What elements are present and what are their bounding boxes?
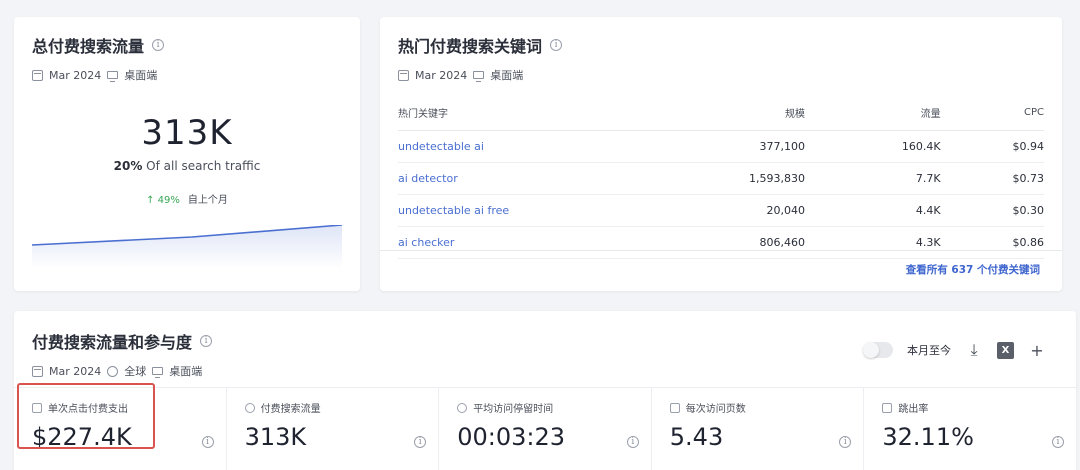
engagement-card: 付费搜索流量和参与度 i Mar 2024 全球 桌面端 本月至今 ⤓ X + … <box>14 311 1076 470</box>
keyword-link[interactable]: undetectable ai <box>398 140 484 153</box>
cpc-cell: $0.86 <box>940 226 1044 259</box>
keywords-table: 热门关键字 规模 流量 CPC undetectable ai 377,100 … <box>398 97 1044 259</box>
cpc-cell: $0.73 <box>940 162 1044 195</box>
desktop-icon <box>152 367 164 378</box>
traffic-cell: 4.3K <box>804 226 941 259</box>
info-icon[interactable]: i <box>1051 436 1064 448</box>
column-header[interactable]: 规模 <box>695 97 805 131</box>
device-label: 桌面端 <box>490 69 524 82</box>
cpc-cell: $0.30 <box>940 194 1044 227</box>
desktop-icon <box>107 71 119 82</box>
clock-icon <box>244 402 255 413</box>
card-title: 付费搜索流量和参与度 <box>32 333 193 352</box>
keyword-link[interactable]: ai checker <box>398 236 454 249</box>
date-label: Mar 2024 <box>415 68 468 82</box>
device-label: 桌面端 <box>169 365 203 378</box>
card-title: 热门付费搜索关键词 <box>398 37 543 56</box>
month-to-date-toggle[interactable] <box>863 342 893 358</box>
column-header[interactable]: 热门关键字 <box>398 97 696 131</box>
metric-bounce-rate[interactable]: 跳出率 32.11% i <box>864 387 1076 470</box>
column-header[interactable]: CPC <box>940 97 1044 131</box>
metric-label: 付费搜索流量 <box>260 404 321 415</box>
trend: ↑ 49% 自上个月 <box>32 191 342 206</box>
info-icon[interactable]: i <box>626 436 639 448</box>
calendar-icon <box>398 69 409 81</box>
volume-cell: 377,100 <box>695 130 805 163</box>
toggle-label: 本月至今 <box>907 344 951 357</box>
download-icon[interactable]: ⤓ <box>965 340 983 359</box>
excel-export-icon[interactable]: X <box>997 341 1014 359</box>
pages-icon <box>669 402 680 413</box>
metric-value: 313K <box>244 423 307 451</box>
chart-icon <box>882 402 893 413</box>
globe-icon <box>107 365 119 377</box>
date-label: Mar 2024 <box>49 364 102 378</box>
trend-change: ↑ 49% <box>146 195 180 206</box>
paid-traffic-card: 总付费搜索流量 i Mar 2024 桌面端 313K 20% Of all s… <box>14 17 360 291</box>
info-icon[interactable]: i <box>152 39 165 51</box>
metric-paid-traffic[interactable]: 付费搜索流量 313K i <box>226 387 440 470</box>
info-icon[interactable]: i <box>839 436 852 448</box>
column-header[interactable]: 流量 <box>804 97 941 131</box>
metric-label: 每次访问页数 <box>685 404 746 415</box>
metric-avg-visit-duration[interactable]: 平均访问停留时间 00:03:23 i <box>439 387 652 470</box>
share-pct: 20% <box>113 159 143 173</box>
traffic-cell: 160.4K <box>804 130 941 163</box>
desktop-icon <box>473 71 485 82</box>
calendar-icon <box>32 365 43 377</box>
card-title: 总付费搜索流量 <box>32 37 145 56</box>
cpc-cell: $0.94 <box>940 130 1044 163</box>
metric-value: 00:03:23 <box>457 423 565 451</box>
volume-cell: 806,460 <box>695 226 805 259</box>
share-text: Of all search traffic <box>142 159 261 173</box>
calendar-icon <box>32 69 43 81</box>
region-label: 全球 <box>124 365 147 378</box>
timer-icon <box>457 402 468 413</box>
metric-value: 32.11% <box>882 423 974 451</box>
top-keywords-card: 热门付费搜索关键词 i Mar 2024 桌面端 热门关键字 规模 流量 CPC… <box>380 17 1062 291</box>
view-all-keywords-link[interactable]: 查看所有 637 个付费关键词 <box>906 262 1040 277</box>
metric-label: 跳出率 <box>898 404 929 415</box>
info-icon[interactable]: i <box>200 335 213 347</box>
highlight-box <box>17 383 155 449</box>
traffic-share: 20% Of all search traffic <box>32 159 342 173</box>
traffic-cell: 7.7K <box>804 162 941 195</box>
trend-label: 自上个月 <box>187 195 228 206</box>
divider <box>380 250 1062 251</box>
volume-cell: 1,593,830 <box>695 162 805 195</box>
traffic-value: 313K <box>141 113 233 153</box>
date-label: Mar 2024 <box>49 68 102 82</box>
metric-ppc-spend[interactable]: 单次点击付费支出 $227.4K i <box>14 383 227 470</box>
traffic-sparkline <box>32 225 342 269</box>
metric-value: 5.43 <box>669 423 724 451</box>
metric-pages-per-visit[interactable]: 每次访问页数 5.43 i <box>651 387 865 470</box>
toolbar: 本月至今 ⤓ X + <box>863 340 1046 360</box>
keyword-link[interactable]: undetectable ai free <box>398 204 509 217</box>
table-row: undetectable ai free 20,040 4.4K $0.30 <box>398 194 1044 227</box>
traffic-cell: 4.4K <box>804 194 941 227</box>
info-icon[interactable]: i <box>550 39 563 51</box>
info-icon[interactable]: i <box>201 436 214 448</box>
device-label: 桌面端 <box>124 69 158 82</box>
info-icon[interactable]: i <box>414 436 427 448</box>
volume-cell: 20,040 <box>695 194 805 227</box>
keyword-link[interactable]: ai detector <box>398 172 458 185</box>
metric-label: 平均访问停留时间 <box>473 404 554 415</box>
table-row: ai detector 1,593,830 7.7K $0.73 <box>398 162 1044 195</box>
metrics-row: 单次点击付费支出 $227.4K i 付费搜索流量 313K i 平均访问停留时… <box>14 383 1076 470</box>
add-icon[interactable]: + <box>1028 341 1046 360</box>
table-row: ai checker 806,460 4.3K $0.86 <box>398 226 1044 259</box>
table-row: undetectable ai 377,100 160.4K $0.94 <box>398 130 1044 163</box>
